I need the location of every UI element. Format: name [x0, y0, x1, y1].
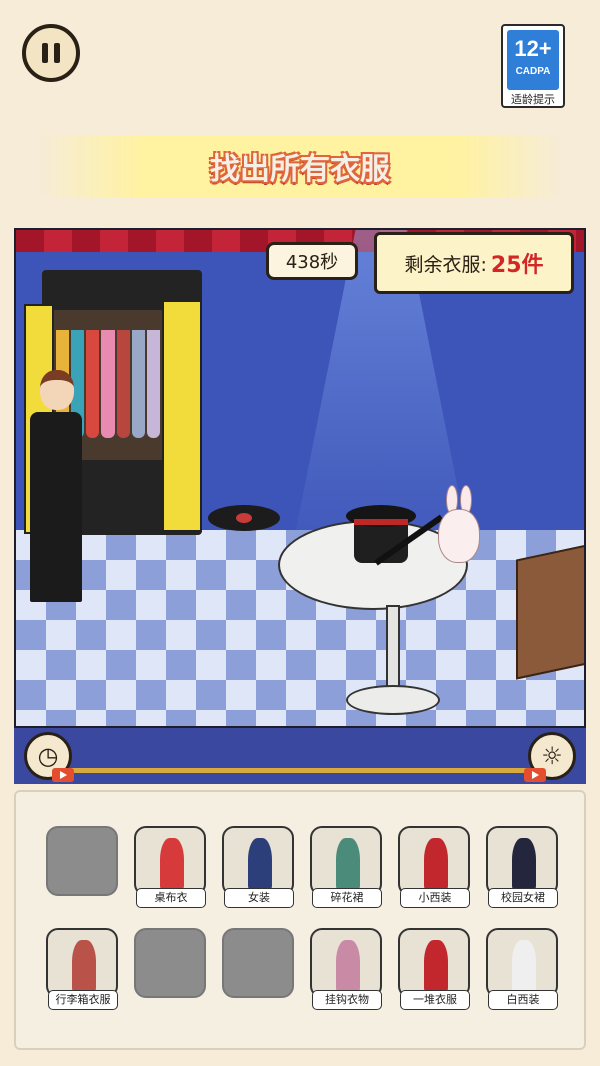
item-label: 行李箱衣服 — [48, 990, 118, 1010]
vinyl-record[interactable] — [208, 505, 280, 531]
item-grid: 桌布衣 女装 碎花裙 小西装 校园女裙行李箱衣服 挂钩衣物 一堆衣服 白西装 — [44, 822, 564, 1014]
wardrobe-right-door — [162, 300, 202, 532]
title-banner: 找出所有衣服 — [40, 135, 560, 197]
item-thumbnail — [486, 928, 558, 998]
empty-item-slot[interactable] — [132, 924, 206, 1014]
found-item-slot[interactable]: 碎花裙 — [308, 822, 382, 912]
treasure-chest[interactable] — [516, 540, 584, 680]
tool-strip — [14, 728, 586, 784]
found-item-slot[interactable]: 白西装 — [484, 924, 558, 1014]
age-rating-org: CADPA — [515, 66, 551, 77]
item-label: 桌布衣 — [136, 888, 206, 908]
items-panel: 桌布衣 女装 碎花裙 小西装 校园女裙行李箱衣服 挂钩衣物 一堆衣服 白西装 — [14, 790, 586, 1050]
item-thumbnail — [222, 928, 294, 998]
item-thumbnail — [310, 928, 382, 998]
lightbulb-icon: ☼ — [541, 742, 563, 770]
remaining-label: 剩余衣服: — [404, 253, 487, 276]
page-title: 找出所有衣服 — [210, 152, 390, 187]
age-rating-badge: 12+ CADPA 适龄提示 — [501, 24, 565, 108]
item-thumbnail — [134, 826, 206, 896]
found-item-slot[interactable]: 小西装 — [396, 822, 470, 912]
found-item-slot[interactable]: 挂钩衣物 — [308, 924, 382, 1014]
item-label: 碎花裙 — [312, 888, 382, 908]
pause-button[interactable] — [22, 24, 80, 82]
item-thumbnail — [222, 826, 294, 896]
video-ad-icon — [52, 768, 74, 782]
found-item-slot[interactable]: 行李箱衣服 — [44, 924, 118, 1014]
item-label: 小西装 — [400, 888, 470, 908]
item-thumbnail — [398, 826, 470, 896]
remaining-clothes-panel: 剩余衣服: 25件 — [374, 232, 574, 294]
found-item-slot[interactable]: 桌布衣 — [132, 822, 206, 912]
item-label: 校园女裙 — [488, 888, 558, 908]
empty-item-slot[interactable] — [44, 822, 118, 912]
age-rating-hint: 适龄提示 — [511, 93, 555, 106]
pause-icon — [42, 43, 48, 63]
countdown-timer: 438秒 — [266, 242, 358, 280]
magician[interactable] — [22, 370, 92, 610]
item-thumbnail — [46, 826, 118, 896]
item-label: 挂钩衣物 — [312, 990, 382, 1010]
item-thumbnail — [46, 928, 118, 998]
remaining-count: 25件 — [490, 253, 544, 278]
clock-icon: ◷ — [37, 742, 59, 770]
found-item-slot[interactable]: 校园女裙 — [484, 822, 558, 912]
item-thumbnail — [398, 928, 470, 998]
item-thumbnail — [486, 826, 558, 896]
age-rating-number: 12+ — [514, 36, 552, 61]
item-thumbnail — [134, 928, 206, 998]
video-ad-icon — [524, 768, 546, 782]
found-item-slot[interactable]: 一堆衣服 — [396, 924, 470, 1014]
empty-item-slot[interactable] — [220, 924, 294, 1014]
item-label: 一堆衣服 — [400, 990, 470, 1010]
game-scene[interactable]: 438秒 剩余衣服: 25件 — [14, 228, 586, 728]
found-item-slot[interactable]: 女装 — [220, 822, 294, 912]
bunny[interactable] — [434, 485, 484, 565]
item-thumbnail — [310, 826, 382, 896]
item-label: 白西装 — [488, 990, 558, 1010]
item-label: 女装 — [224, 888, 294, 908]
